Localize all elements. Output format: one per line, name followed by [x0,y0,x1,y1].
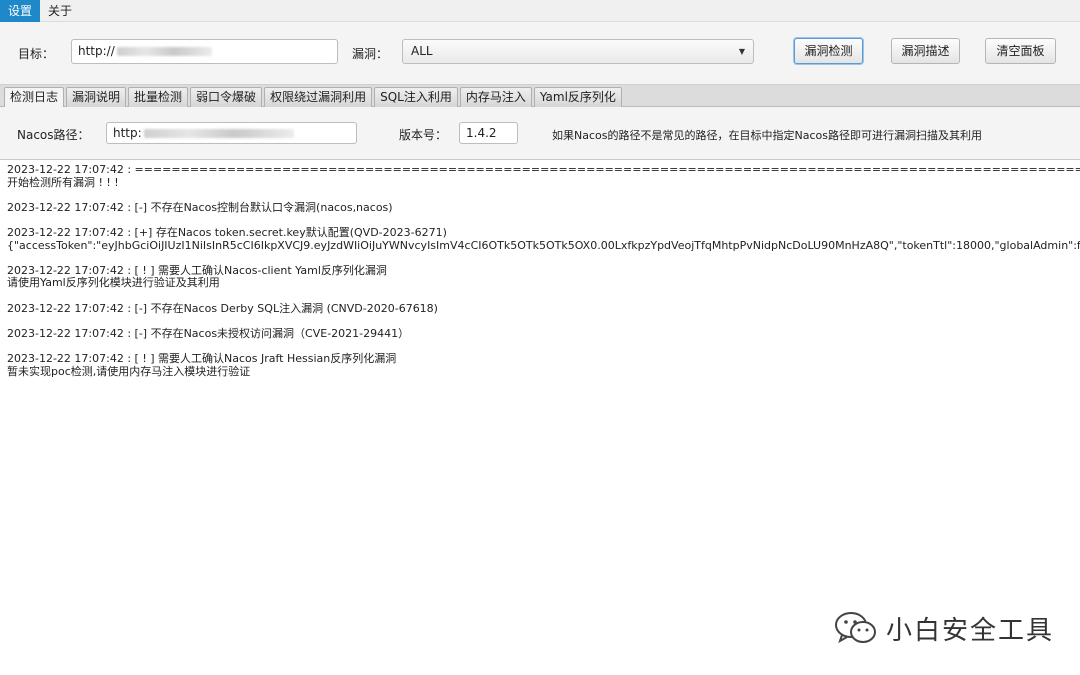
watermark-text: 小白安全工具 [886,615,1055,646]
tab-batch-detect[interactable]: 批量检测 [128,87,189,107]
wechat-icon [835,612,876,644]
tab-vuln-info[interactable]: 漏洞说明 [66,87,127,107]
log-line: 2023-12-22 17:07:42 : [-] 不存在Nacos未授权访问漏… [7,326,410,340]
log-line: 2023-12-22 17:07:42 : [-] 不存在Nacos控制台默认口… [7,200,393,214]
nacos-path-value: http: [113,126,142,140]
menu-bar: 设置 关于 [0,0,1080,22]
log-line: 2023-12-22 17:07:42 : [ ! ] 需要人工确认Nacos … [7,351,397,365]
path-row: Nacos路径： http: 版本号： 1.4.2 如果Nacos的路径不是常见… [0,108,1080,158]
log-line: 开始检测所有漏洞 ! ! ! [7,175,119,189]
tab-bar: 检测日志 漏洞说明 批量检测 弱口令爆破 权限绕过漏洞利用 SQL注入利用 内存… [0,84,1080,107]
nacos-path-label: Nacos路径： [17,128,90,142]
log-line: 请使用Yaml反序列化模块进行验证及其利用 [7,276,220,290]
tab-memshell[interactable]: 内存马注入 [459,87,532,107]
detect-button[interactable]: 漏洞检测 [794,38,863,64]
tab-weak-password[interactable]: 弱口令爆破 [190,87,263,107]
version-label: 版本号： [399,128,448,142]
log-line: {"accessToken":"eyJhbGciOiJIUzI1NiIsInR5… [7,238,1080,252]
target-input-value: http:// [78,44,115,58]
target-input[interactable]: http:// [71,39,338,64]
log-line: 2023-12-22 17:07:42 : [-] 不存在Nacos Derby… [7,301,438,315]
chevron-down-icon: ▼ [738,47,745,56]
tab-auth-bypass[interactable]: 权限绕过漏洞利用 [264,87,373,107]
detect-log-textarea[interactable]: 2023-12-22 17:07:42 : ==================… [0,159,1080,675]
toolbar: 目标： http:// 漏洞： ALL ▼ 漏洞检测 漏洞描述 清空面板 [0,23,1080,83]
tab-sql-injection[interactable]: SQL注入利用 [374,87,458,107]
path-hint: 如果Nacos的路径不是常见的路径，在目标中指定Nacos路径即可进行漏洞扫描及… [552,129,982,142]
menu-settings[interactable]: 设置 [0,0,41,22]
describe-button[interactable]: 漏洞描述 [891,38,960,64]
menu-about[interactable]: 关于 [40,0,80,22]
vuln-select-value: ALL [411,44,433,58]
log-line: 2023-12-22 17:07:42 : [+] 存在Nacos token.… [7,225,447,239]
log-line: 2023-12-22 17:07:42 : ==================… [7,163,1080,176]
watermark: 小白安全工具 [834,608,1054,648]
nacos-path-input[interactable]: http: [106,122,357,144]
redacted-text [116,47,212,56]
log-line: 暂未实现poc检测,请使用内存马注入模块进行验证 [7,364,251,378]
version-input[interactable]: 1.4.2 [459,122,518,144]
tab-yaml-deserialize[interactable]: Yaml反序列化 [533,87,622,107]
target-label: 目标： [18,47,55,61]
clear-button[interactable]: 清空面板 [985,38,1056,64]
vuln-label: 漏洞： [352,47,389,61]
tab-detect-log[interactable]: 检测日志 [4,87,65,107]
vuln-select[interactable]: ALL ▼ [402,39,754,64]
redacted-text [143,129,294,138]
